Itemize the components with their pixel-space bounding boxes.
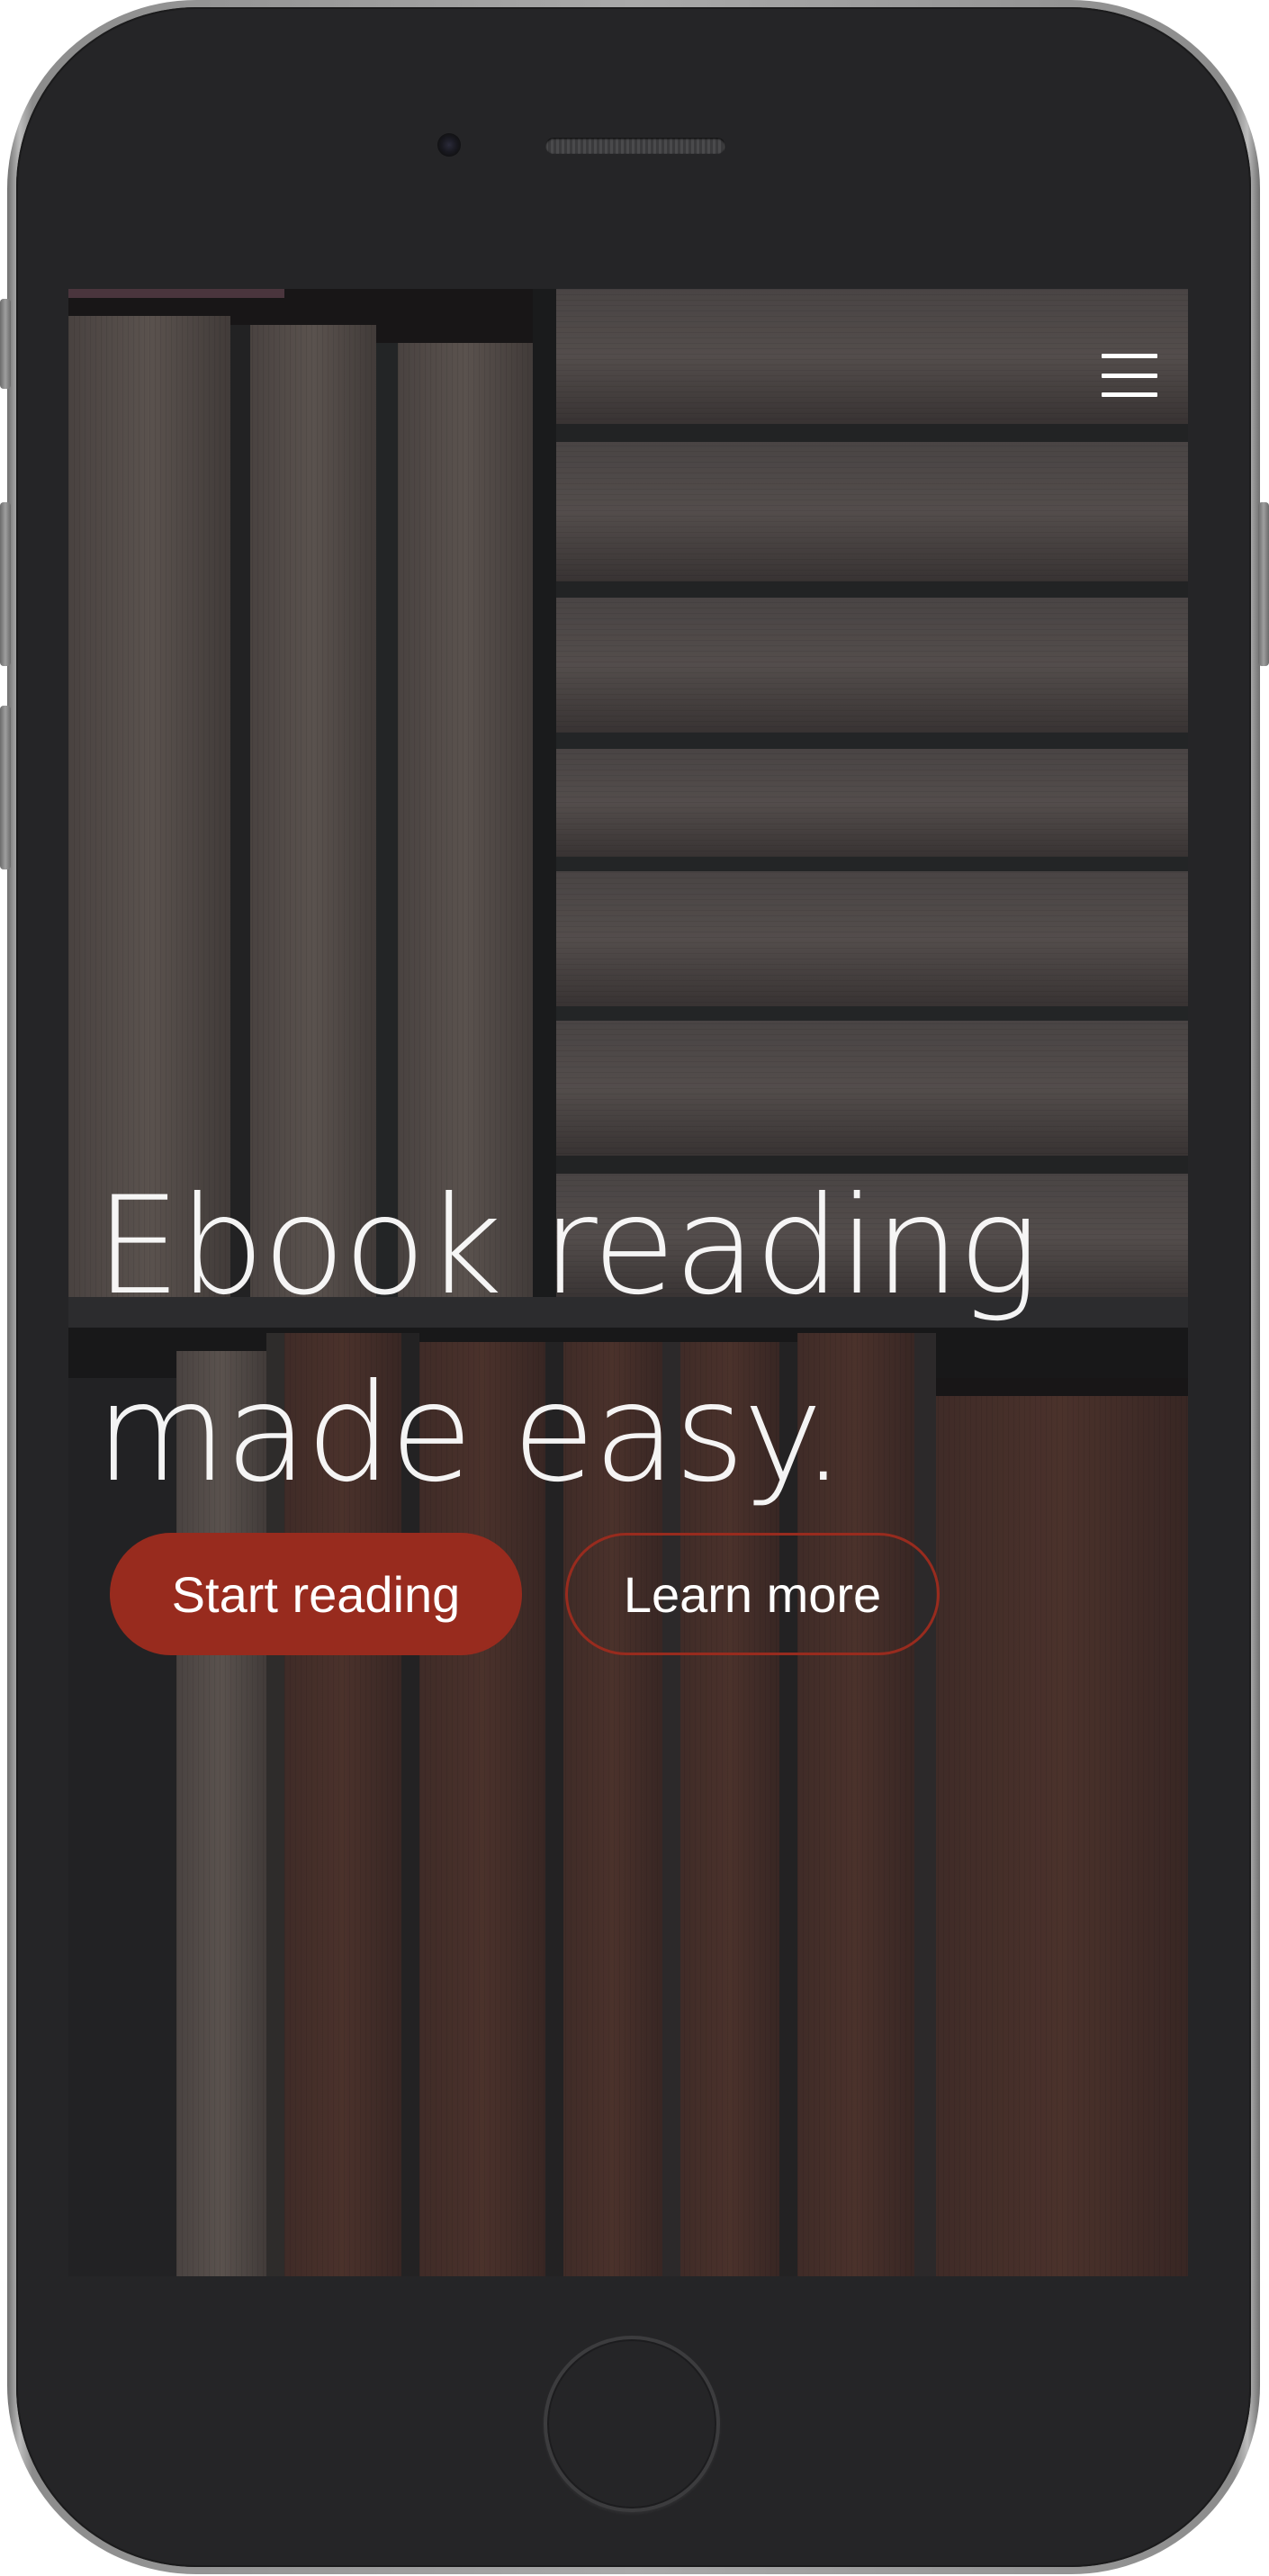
learn-more-button[interactable]: Learn more	[565, 1533, 940, 1655]
volume-up-button	[0, 502, 11, 666]
power-button	[1258, 502, 1269, 666]
volume-down-button	[0, 706, 11, 869]
start-reading-button[interactable]: Start reading	[110, 1533, 522, 1655]
menu-bar-middle	[1102, 373, 1157, 378]
silent-switch	[0, 299, 11, 389]
hamburger-menu-icon[interactable]	[1102, 354, 1157, 397]
hero-title-line-2: made easy.	[95, 1356, 845, 1512]
earpiece-speaker	[545, 138, 725, 154]
hero-title-line-1: Ebook reading	[95, 1168, 1040, 1325]
hero-title: Ebook reading made easy.	[95, 1153, 1157, 1527]
screen: Ebook reading made easy. Start reading L…	[68, 289, 1188, 2276]
front-camera	[437, 133, 461, 157]
menu-bar-top	[1102, 354, 1157, 358]
menu-bar-bottom	[1102, 392, 1157, 397]
hero-actions: Start reading Learn more	[110, 1533, 940, 1655]
home-button[interactable]	[544, 2336, 720, 2512]
